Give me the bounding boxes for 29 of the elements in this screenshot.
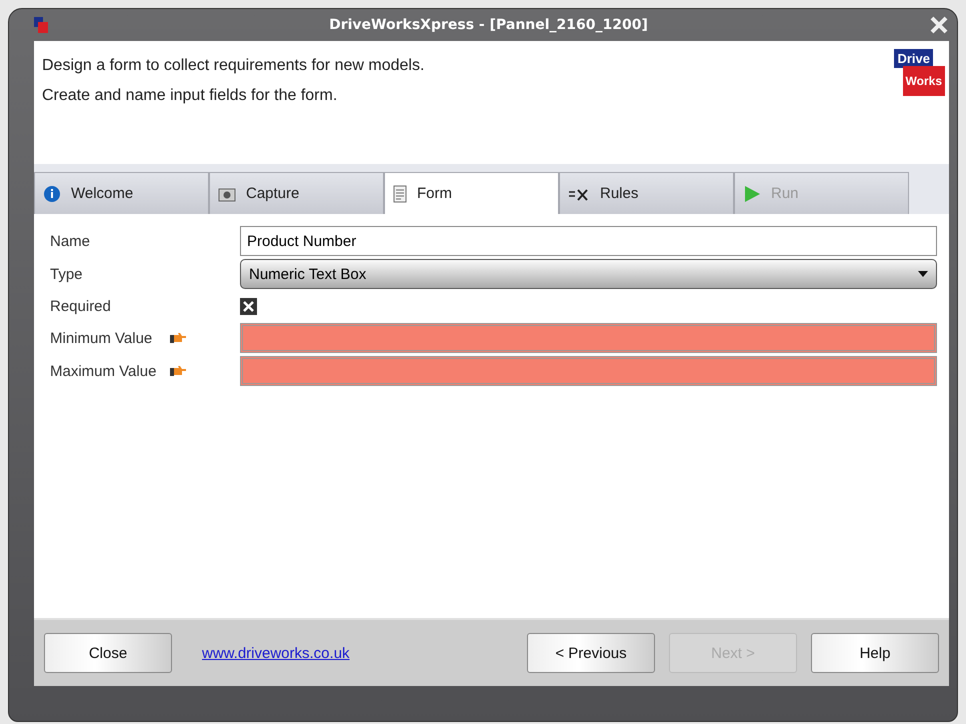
close-icon[interactable]	[929, 15, 949, 35]
field-label: Required	[50, 298, 112, 314]
play-icon	[743, 184, 761, 202]
input-field[interactable]: Product Number	[240, 226, 937, 256]
required-checkbox[interactable]	[240, 298, 257, 314]
nav-button[interactable]: Help	[811, 633, 939, 673]
field-label: Maximum Value	[50, 362, 158, 380]
instruction-text: Create and name input fields for the form.	[42, 87, 338, 105]
dropdown-arrow-icon	[918, 271, 928, 277]
camera-icon	[218, 186, 236, 202]
nav-button[interactable]: < Previous	[527, 633, 655, 673]
field-label: Name	[50, 232, 92, 250]
document-icon	[393, 184, 407, 202]
close-button[interactable]: Close	[44, 633, 172, 673]
tab[interactable]: Capture	[209, 172, 384, 214]
tab[interactable]: Rules	[559, 172, 734, 214]
window-title: DriveWorksXpress - [Pannel_2160_1200]	[328, 17, 649, 33]
website-link[interactable]: www.driveworks.co.uk	[202, 644, 527, 662]
app-icon	[34, 17, 48, 33]
type-dropdown[interactable]: Numeric Text Box	[240, 259, 937, 289]
formula-icon	[568, 186, 590, 200]
tab[interactable]: Form	[384, 172, 559, 214]
field-label: Minimum Value	[50, 330, 154, 346]
info-icon	[43, 184, 61, 202]
field-label: Type	[50, 266, 84, 282]
tab[interactable]: Welcome	[34, 172, 209, 214]
logo-text: Works	[902, 66, 945, 96]
instruction-text: Design a form to collect requirements for new models.	[42, 57, 424, 75]
logo-text: Drive	[894, 49, 933, 68]
